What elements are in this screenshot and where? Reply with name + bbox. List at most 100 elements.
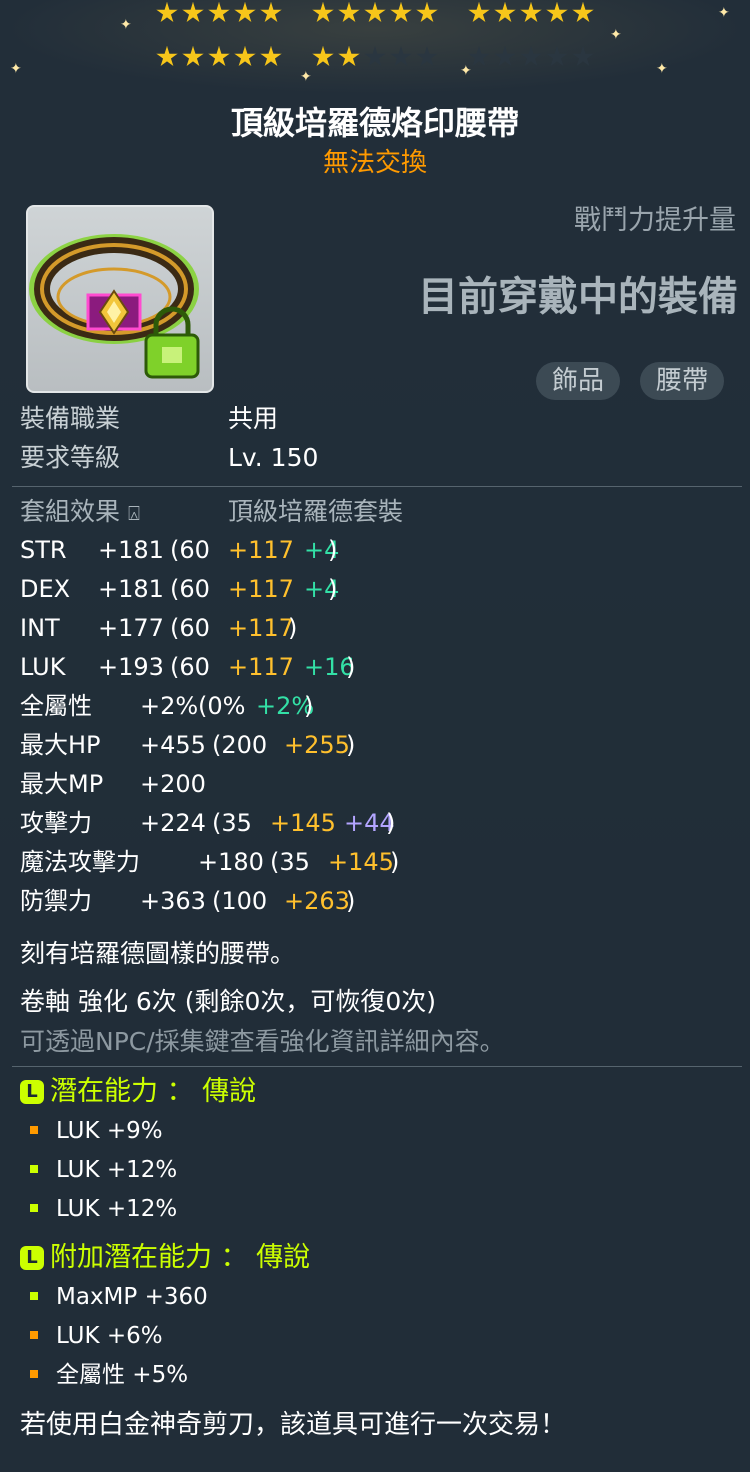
star-group [312,46,438,86]
mouse-icon: ⍓ [127,501,140,525]
star-icon [494,2,516,23]
star-icon [416,2,438,23]
bullet-icon [30,1165,38,1173]
star-icon [364,46,386,67]
combat-power-label: 戰鬥力提升量 [574,205,736,236]
stat-total: +181 [98,536,164,564]
star-icon [416,46,438,67]
star-icon [520,2,542,23]
job-requirement: 裝備職業 共用 [20,402,278,436]
trade-status: 無法交換 [322,148,427,178]
sparkle-icon: ✦ [300,69,312,85]
star-force-row-2 [0,46,750,86]
divider [12,486,742,487]
stat-total: +455 [140,731,206,759]
stat-base: (0% [198,692,246,720]
set-effect-label: 套組效果 [20,497,121,526]
stat-total: +193 [98,653,164,681]
bullet-icon [30,1126,38,1134]
star-icon [572,46,594,67]
star-icon [260,2,282,23]
star-icon [208,46,230,67]
bonus-potential-line: MaxMP +360 [30,1280,208,1314]
stat-base: (100 [212,887,268,915]
legendary-badge-icon: L [20,1246,44,1270]
star-icon [546,2,568,23]
scroll-upgrade-info: 卷軸 強化 6次 (剩餘0次，可恢復0次) [20,987,437,1016]
level-label: 要求等級 [20,443,121,472]
stat-close: ) [288,614,298,642]
star-icon [156,2,178,23]
sparkle-icon: ✦ [610,27,622,43]
star-force-row-1 [0,2,750,42]
stat-luk: LUK +193 (60 +117 +16 ) [20,650,355,684]
potential-line: LUK +12% [30,1153,177,1187]
potential-text: 全屬性 +5% [56,1362,189,1388]
star-icon [364,2,386,23]
stat-close: ) [390,848,400,876]
stat-name: 防禦力 [20,887,92,915]
bullet-icon [30,1292,38,1300]
potential-text: LUK +12% [56,1196,178,1222]
star-icon [156,46,178,67]
stat-name: 最大HP [20,731,101,759]
scissors-trade-notice: 若使用白金神奇剪刀，該道具可進行一次交易！ [20,1410,567,1440]
stat-base: (60 [170,653,210,681]
stat-close: ) [346,653,356,681]
category-tag-belt: 腰帶 [640,362,725,400]
sparkle-icon: ✦ [10,61,22,77]
potential-line: LUK +12% [30,1192,177,1226]
sparkle-icon: ✦ [718,5,730,21]
stat-total: +177 [98,614,164,642]
set-effect-value: 頂級培羅德套裝 [228,497,404,526]
star-group [468,2,594,42]
level-requirement: 要求等級 Lv. 150 [20,441,318,475]
star-icon [572,2,594,23]
job-value: 共用 [228,404,279,433]
star-icon [520,46,542,67]
stat-attack: 攻擊力 +224 (35 +145 +44 ) [20,806,395,840]
stat-name: 最大MP [20,770,104,798]
sparkle-icon: ✦ [460,63,472,79]
stat-base: (60 [170,614,210,642]
stat-base: (200 [212,731,268,759]
stat-bonus-flame: +255 [284,731,350,759]
bullet-icon [30,1204,38,1212]
set-effect[interactable]: 套組效果 ⍓ 頂級培羅德套裝 [20,495,403,529]
stat-bonus-flame: +117 [228,575,294,603]
sparkle-icon: ✦ [120,17,132,33]
stat-defense: 防禦力 +363 (100 +263 ) [20,884,355,918]
bonus-potential-title: 附加潛在能力 ： 傳說 [50,1242,311,1273]
star-group [468,46,594,86]
star-icon [260,46,282,67]
item-name: 頂級培羅德烙印腰帶 [230,104,519,142]
stat-bonus-flame: +145 [270,809,336,837]
stat-bonus-flame: +117 [228,536,294,564]
category-tag-accessory: 飾品 [536,362,621,400]
stat-name: 全屬性 [20,692,92,720]
stat-base: (35 [270,848,310,876]
bonus-potential-line: LUK +6% [30,1319,163,1353]
stat-total: +363 [140,887,206,915]
potential-text: LUK +9% [56,1118,163,1144]
stat-close: ) [328,575,338,603]
sparkle-icon: ✦ [656,61,668,77]
stat-close: ) [386,809,396,837]
star-group [156,2,282,42]
star-icon [234,2,256,23]
stat-close: ) [346,731,356,759]
star-icon [338,2,360,23]
stat-base: (60 [170,575,210,603]
stat-base: (35 [212,809,252,837]
divider [12,1066,742,1067]
stat-name: 攻擊力 [20,809,92,837]
stat-bonus-flame: +117 [228,653,294,681]
stat-dex: DEX +181 (60 +117 +4 ) [20,572,339,606]
star-icon [182,46,204,67]
stat-name: 魔法攻擊力 [20,848,140,876]
stat-close: ) [346,887,356,915]
potential-header: L 潛在能力 ： 傳說 [20,1074,256,1110]
stat-close: ) [328,536,338,564]
stat-magic-attack: 魔法攻擊力 +180 (35 +145 ) [20,845,399,879]
stat-total: +180 [198,848,264,876]
